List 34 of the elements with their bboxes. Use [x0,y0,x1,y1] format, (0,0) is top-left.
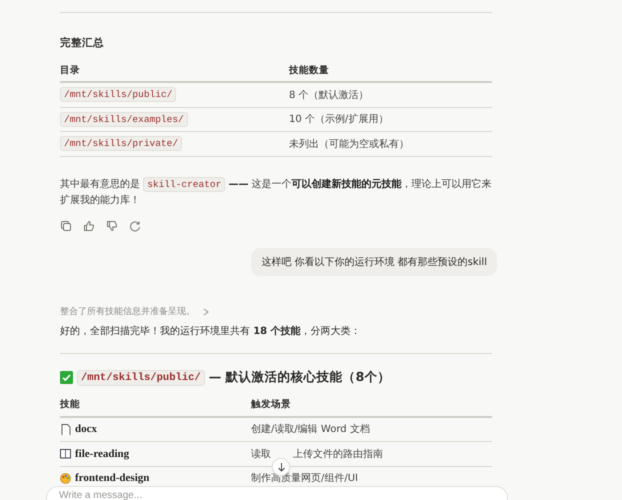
message-field[interactable]: Write a message... [46,486,508,500]
message-text: 其中最有意思的是 skill-creator —— 这是一个可以创建新技能的元技能，理论上可以用它来扩展我的能力库！ [60,176,492,208]
code-path: /mnt/skills/public/ [60,87,176,102]
thinking-summary[interactable]: 整合了所有技能信息并准备呈现。 [60,305,195,318]
column-header: 目录 [60,64,80,76]
code-path: /mnt/skills/public/ [77,370,205,386]
section-heading: 完整汇总 [60,36,105,51]
checkmark-icon [60,371,73,384]
palette-icon [60,472,71,484]
column-header: 技能 [60,398,80,411]
skill-name: frontend-design [75,472,150,484]
arrow-down-icon [276,462,286,472]
code-path: /mnt/skills/examples/ [60,112,188,127]
thumbs-up-icon[interactable] [83,220,95,232]
document-icon [60,424,71,435]
section-heading: — 默认激活的核心技能（8个） [208,369,390,386]
skill-name: file-reading [75,448,130,460]
thumbs-down-icon[interactable] [106,220,118,232]
table-cell-text: 未列出（可能为空或私有） [289,138,409,151]
book-icon [60,448,71,460]
column-header: 技能数量 [289,64,329,76]
retry-icon[interactable] [129,220,141,232]
table-cell-text: 上传文件的路由指南 [293,448,383,461]
table-cell-text: 创建/读取/编辑 Word 文档 [251,422,370,436]
column-header: 触发场景 [251,398,291,411]
chevron-right-icon[interactable] [203,308,209,316]
copy-icon[interactable] [60,220,72,232]
reply-text: 好的，全部扫描完毕！我的运行环境里共有 18 个技能，分两大类： [60,324,362,338]
table-cell-text: 8 个（默认激活） [289,88,369,102]
table-cell-text: 10 个（示例/扩展用） [289,112,388,126]
skill-name: docx [75,423,97,436]
code-path: /mnt/skills/private/ [60,136,182,152]
table-cell-text: 读取 [251,448,271,461]
user-message: 这样吧 你看以下你的运行环境 都有那些预设的skill [251,248,497,276]
